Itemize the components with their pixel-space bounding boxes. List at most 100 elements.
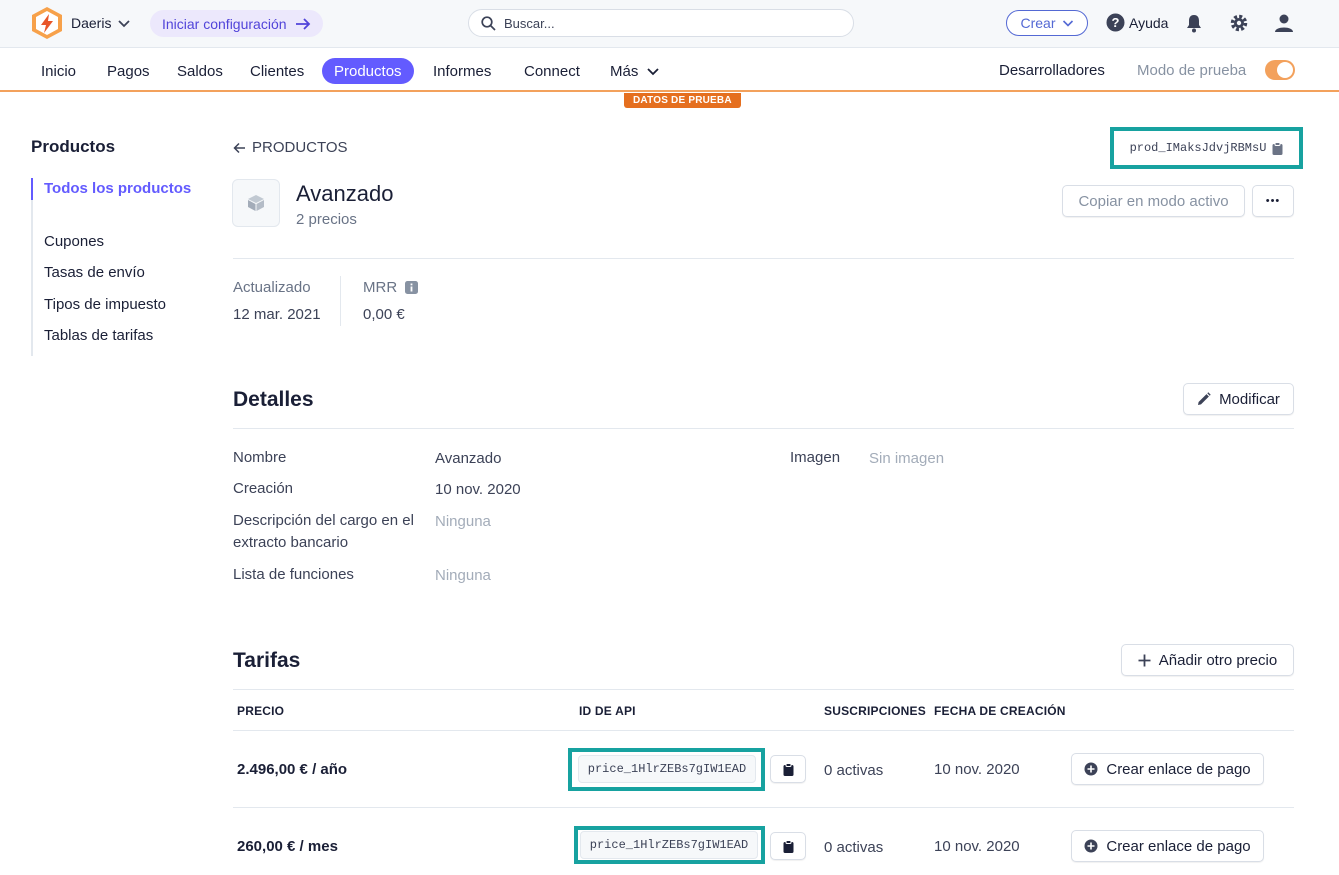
subscriptions-count: 0 activas bbox=[824, 839, 884, 856]
detail-value-name: Avanzado bbox=[435, 450, 502, 467]
api-id-chip[interactable]: price_1HlrZEBs7gIW1EAD bbox=[580, 831, 758, 859]
help-button[interactable]: ? Ayuda bbox=[1106, 13, 1168, 32]
main-nav: Inicio Pagos Saldos Clientes Productos I… bbox=[0, 48, 1339, 92]
created-date: 10 nov. 2020 bbox=[934, 761, 1020, 778]
detail-label-name: Nombre bbox=[233, 449, 287, 466]
meta-separator bbox=[340, 276, 341, 326]
sidebar-item-shipping-rates[interactable]: Tasas de envío bbox=[44, 264, 145, 281]
box-icon bbox=[248, 195, 264, 211]
updated-value: 12 mar. 2021 bbox=[233, 306, 321, 323]
divider bbox=[233, 258, 1294, 259]
plus-circle-icon bbox=[1084, 762, 1098, 776]
search-icon bbox=[481, 15, 496, 31]
test-mode-label: Modo de prueba bbox=[1137, 62, 1247, 79]
detail-value-statement-descriptor: Ninguna bbox=[435, 513, 491, 530]
info-icon[interactable] bbox=[405, 281, 419, 294]
clipboard-icon bbox=[783, 762, 793, 776]
api-id: price_1HlrZEBs7gIW1EAD bbox=[587, 762, 747, 776]
top-bar: Daeris Iniciar configuración Crear ? Ayu… bbox=[0, 0, 1339, 48]
nav-productos[interactable]: Productos bbox=[322, 58, 414, 84]
details-title: Detalles bbox=[233, 388, 314, 411]
create-label: Crear bbox=[1020, 15, 1056, 31]
help-icon: ? bbox=[1106, 13, 1125, 32]
create-payment-link-label: Crear enlace de pago bbox=[1106, 837, 1251, 855]
product-id-highlight[interactable]: prod_IMaksJdvjRBMsU bbox=[1110, 127, 1303, 169]
divider bbox=[233, 428, 1294, 429]
detail-value-image: Sin imagen bbox=[869, 450, 945, 467]
nav-mas[interactable]: Más bbox=[610, 58, 660, 84]
updated-label: Actualizado bbox=[233, 279, 311, 296]
setup-button[interactable]: Iniciar configuración bbox=[150, 10, 323, 37]
copy-api-id-button[interactable] bbox=[770, 832, 806, 860]
sidebar-active-indicator bbox=[31, 178, 33, 200]
search-bar[interactable] bbox=[468, 9, 854, 37]
create-payment-link-button[interactable]: Crear enlace de pago bbox=[1071, 830, 1264, 862]
nav-mas-label: Más bbox=[610, 62, 639, 80]
nav-saldos[interactable]: Saldos bbox=[177, 58, 223, 84]
account-switcher[interactable]: Daeris bbox=[71, 15, 131, 31]
arrow-left-icon bbox=[233, 142, 245, 153]
plus-circle-icon bbox=[1084, 839, 1098, 853]
create-payment-link-button[interactable]: Crear enlace de pago bbox=[1071, 753, 1264, 785]
test-data-badge: DATOS DE PRUEBA bbox=[624, 93, 741, 108]
sidebar-item-coupons[interactable]: Cupones bbox=[44, 233, 104, 250]
bell-icon[interactable] bbox=[1183, 12, 1205, 34]
more-options-button[interactable]: ••• bbox=[1252, 185, 1294, 217]
account-logo-icon[interactable] bbox=[30, 6, 64, 40]
nav-informes[interactable]: Informes bbox=[433, 58, 491, 84]
sidebar-item-tax-rates[interactable]: Tipos de impuesto bbox=[44, 296, 166, 313]
create-button[interactable]: Crear bbox=[1006, 10, 1088, 36]
detail-label-features: Lista de funciones bbox=[233, 566, 354, 583]
mrr-label-group: MRR bbox=[363, 279, 419, 296]
create-payment-link-label: Crear enlace de pago bbox=[1106, 760, 1251, 778]
pricing-title: Tarifas bbox=[233, 649, 301, 672]
developers-link[interactable]: Desarrolladores bbox=[999, 62, 1105, 79]
nav-clientes[interactable]: Clientes bbox=[250, 58, 304, 84]
sidebar-nav: Todos los productos Cupones Tasas de env… bbox=[31, 178, 201, 356]
ellipsis-icon: ••• bbox=[1265, 195, 1281, 207]
search-input[interactable] bbox=[504, 15, 824, 31]
arrow-right-icon bbox=[295, 17, 310, 30]
add-price-label: Añadir otro precio bbox=[1158, 651, 1278, 669]
column-header-created: FECHA DE CREACIÓN bbox=[934, 704, 1066, 718]
nav-inicio[interactable]: Inicio bbox=[41, 58, 76, 84]
setup-label: Iniciar configuración bbox=[162, 15, 287, 32]
test-mode-toggle[interactable] bbox=[1265, 60, 1295, 80]
sidebar-item-pricing-tables[interactable]: Tablas de tarifas bbox=[44, 327, 153, 344]
chevron-down-icon bbox=[118, 20, 131, 28]
edit-label: Modificar bbox=[1219, 390, 1280, 408]
price-amount: 260,00 € / mes bbox=[237, 838, 338, 855]
product-name: Avanzado bbox=[296, 181, 394, 206]
price-amount: 2.496,00 € / año bbox=[237, 761, 348, 778]
user-icon[interactable] bbox=[1273, 12, 1295, 34]
divider bbox=[233, 689, 1294, 690]
detail-label-statement-descriptor: Descripción del cargo en el extracto ban… bbox=[233, 512, 414, 551]
gear-icon[interactable] bbox=[1228, 12, 1250, 34]
account-name: Daeris bbox=[71, 15, 112, 31]
copy-api-id-button[interactable] bbox=[770, 755, 806, 783]
clipboard-icon bbox=[783, 839, 793, 853]
edit-button[interactable]: Modificar bbox=[1183, 383, 1294, 415]
divider bbox=[233, 730, 1294, 731]
back-label: PRODUCTOS bbox=[252, 139, 348, 156]
api-id-chip[interactable]: price_1HlrZEBs7gIW1EAD bbox=[578, 755, 756, 783]
api-id: price_1HlrZEBs7gIW1EAD bbox=[589, 838, 749, 852]
back-to-products-link[interactable]: PRODUCTOS bbox=[233, 139, 348, 156]
column-header-price: PRECIO bbox=[237, 704, 285, 718]
nav-pagos[interactable]: Pagos bbox=[107, 58, 150, 84]
product-image-placeholder bbox=[232, 179, 280, 227]
copy-to-live-button[interactable]: Copiar en modo activo bbox=[1062, 185, 1245, 217]
svg-text:?: ? bbox=[1112, 15, 1120, 30]
created-date: 10 nov. 2020 bbox=[934, 838, 1020, 855]
pencil-icon bbox=[1198, 392, 1211, 405]
help-label: Ayuda bbox=[1129, 14, 1169, 31]
detail-value-created: 10 nov. 2020 bbox=[435, 481, 521, 498]
nav-connect[interactable]: Connect bbox=[524, 58, 580, 84]
column-header-api-id: ID DE API bbox=[579, 704, 636, 718]
sidebar-item-all-products[interactable]: Todos los productos bbox=[44, 180, 191, 197]
product-id: prod_IMaksJdvjRBMsU bbox=[1129, 141, 1267, 155]
mrr-value: 0,00 € bbox=[363, 306, 405, 323]
product-price-count: 2 precios bbox=[296, 211, 357, 228]
clipboard-icon[interactable] bbox=[1272, 141, 1283, 155]
add-price-button[interactable]: Añadir otro precio bbox=[1121, 644, 1294, 676]
